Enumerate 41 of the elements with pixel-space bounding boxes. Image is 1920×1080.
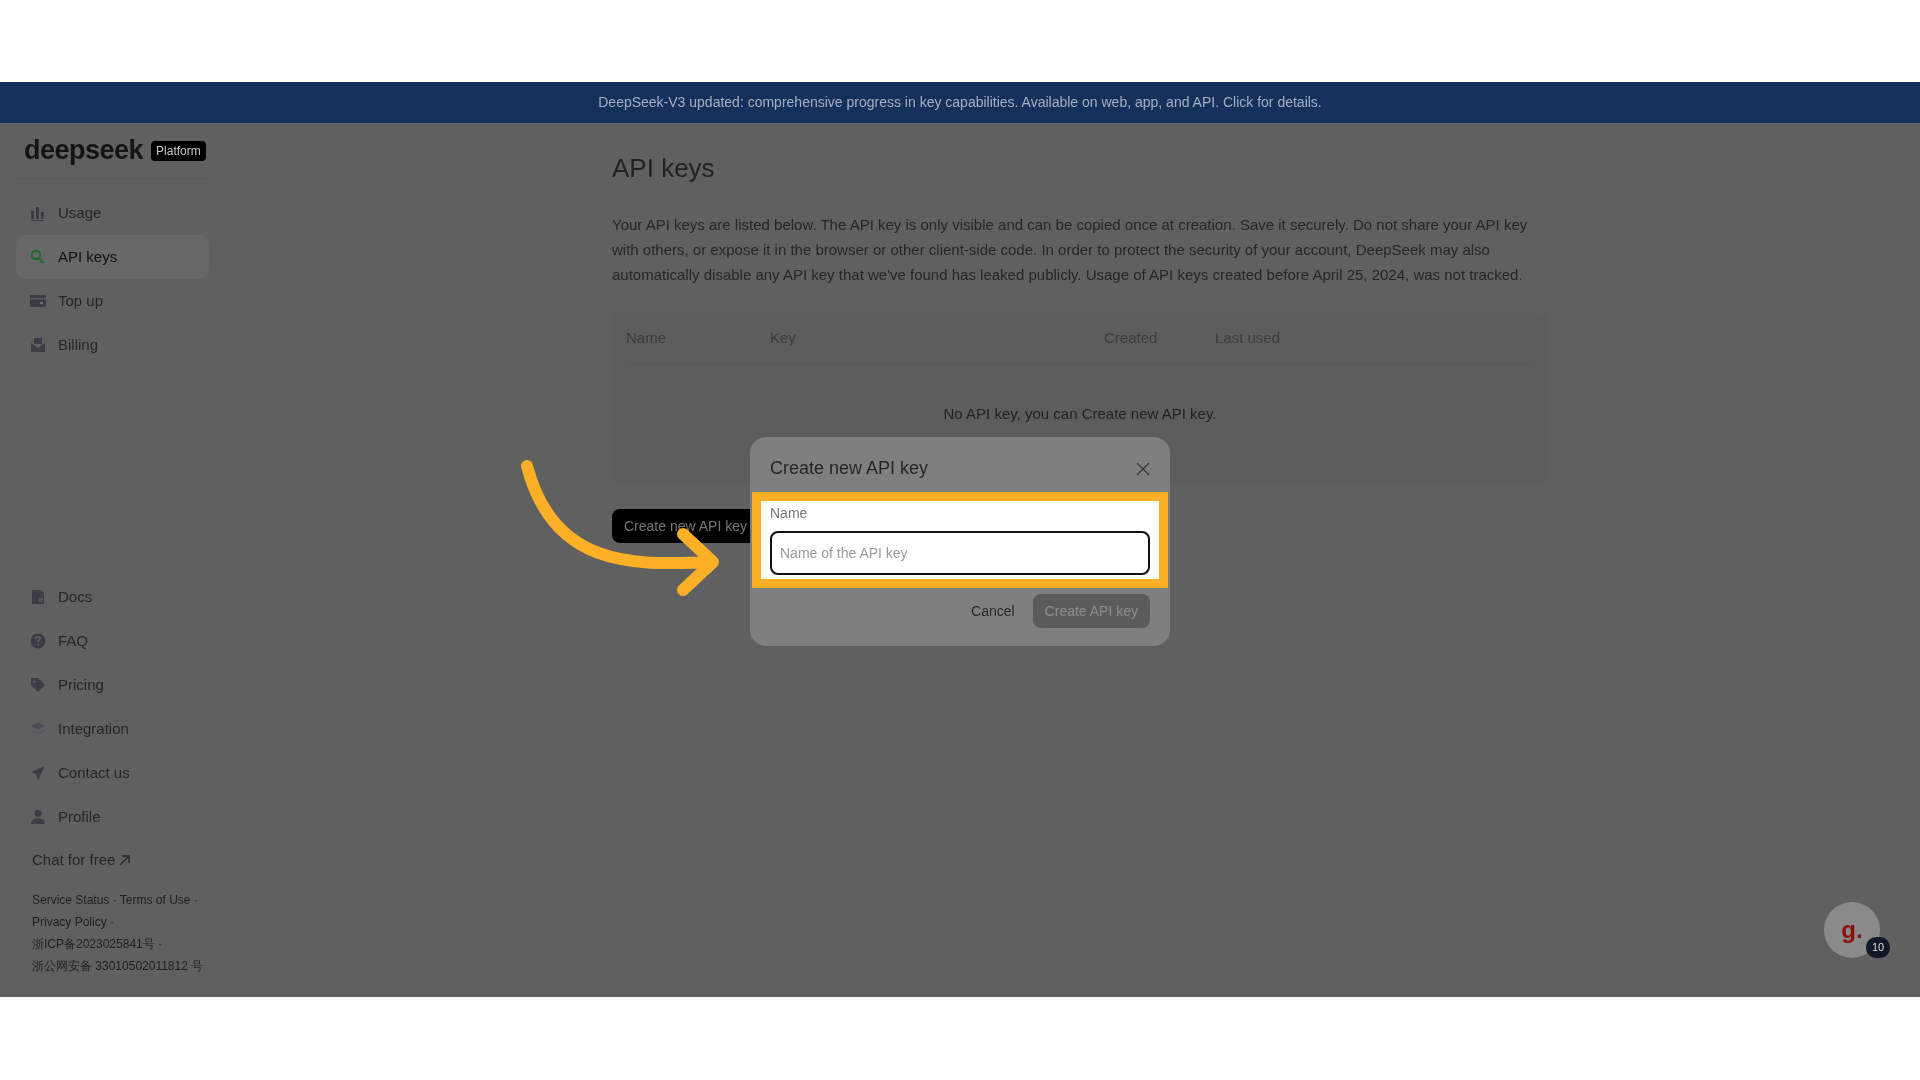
footer-link[interactable]: 浙公网安备 33010502011812 号: [32, 959, 204, 973]
page-title: API keys: [612, 153, 716, 185]
external-arrow-icon: [119, 854, 131, 866]
platform-badge: Platform: [151, 140, 206, 161]
sidebar-item[interactable]: API keys: [16, 235, 209, 279]
footer-link[interactable]: Privacy Policy: [32, 915, 107, 929]
logo: deepseek: [24, 134, 144, 168]
card-icon: [30, 293, 46, 309]
sidebar-item[interactable]: FAQ: [16, 619, 209, 663]
footer-separator: ·: [158, 937, 163, 951]
person-icon: [30, 809, 46, 825]
tag-icon: [30, 677, 46, 693]
footer-separator: ·: [110, 915, 115, 929]
chat-link[interactable]: Chat for free: [16, 847, 131, 873]
announcement-text: DeepSeek-V3 updated: comprehensive progress in key capabilities. Available on web, app, and API. Click for details.: [598, 93, 1322, 112]
name-input[interactable]: Name of the API key: [770, 531, 1150, 575]
footer-link[interactable]: Terms of Use: [119, 893, 191, 907]
sidebar-item[interactable]: Usage: [16, 191, 209, 235]
sidebar-item[interactable]: Billing: [16, 323, 209, 367]
dialog-title: Create new API key: [770, 457, 929, 480]
sidebar-item[interactable]: Contact us: [16, 751, 209, 795]
close-icon[interactable]: [1136, 461, 1150, 476]
sidebar-item[interactable]: Docs: [16, 575, 209, 619]
bar-chart-icon: [30, 205, 46, 221]
field-label: Name: [770, 504, 808, 523]
details-link[interactable]: Click for details.: [1222, 94, 1322, 110]
empty-message: No API key, you can Create new API key.: [942, 404, 1218, 425]
sidebar-item[interactable]: Integration: [16, 707, 209, 751]
sidebar-item[interactable]: Top up: [16, 279, 209, 323]
footer-separator: ·: [112, 893, 117, 907]
sidebar-item[interactable]: Pricing: [16, 663, 209, 707]
sidebar-item[interactable]: Profile: [16, 795, 209, 839]
paper-plane-icon: [30, 765, 46, 781]
document-icon: [30, 589, 46, 605]
cancel-button[interactable]: Cancel: [961, 594, 1025, 628]
description-text: Your API keys are listed below. The API key is only visible and can be copied once at creation. Save it securely. Do not share your API key with others, or expose it in the browser or other client-side code. In order to protect the security of your account, DeepSeek may also automatically disable any API key that we've found has leaked publicly. Usage of API keys created before April 25, 2024, was not tracked.: [612, 215, 1529, 286]
count-badge: 10: [1866, 937, 1891, 958]
question-icon: [30, 633, 46, 649]
footer-link[interactable]: 浙ICP备2023025841号: [32, 937, 155, 951]
footer-link[interactable]: Service Status: [32, 893, 110, 907]
footer-separator: ·: [193, 893, 198, 907]
